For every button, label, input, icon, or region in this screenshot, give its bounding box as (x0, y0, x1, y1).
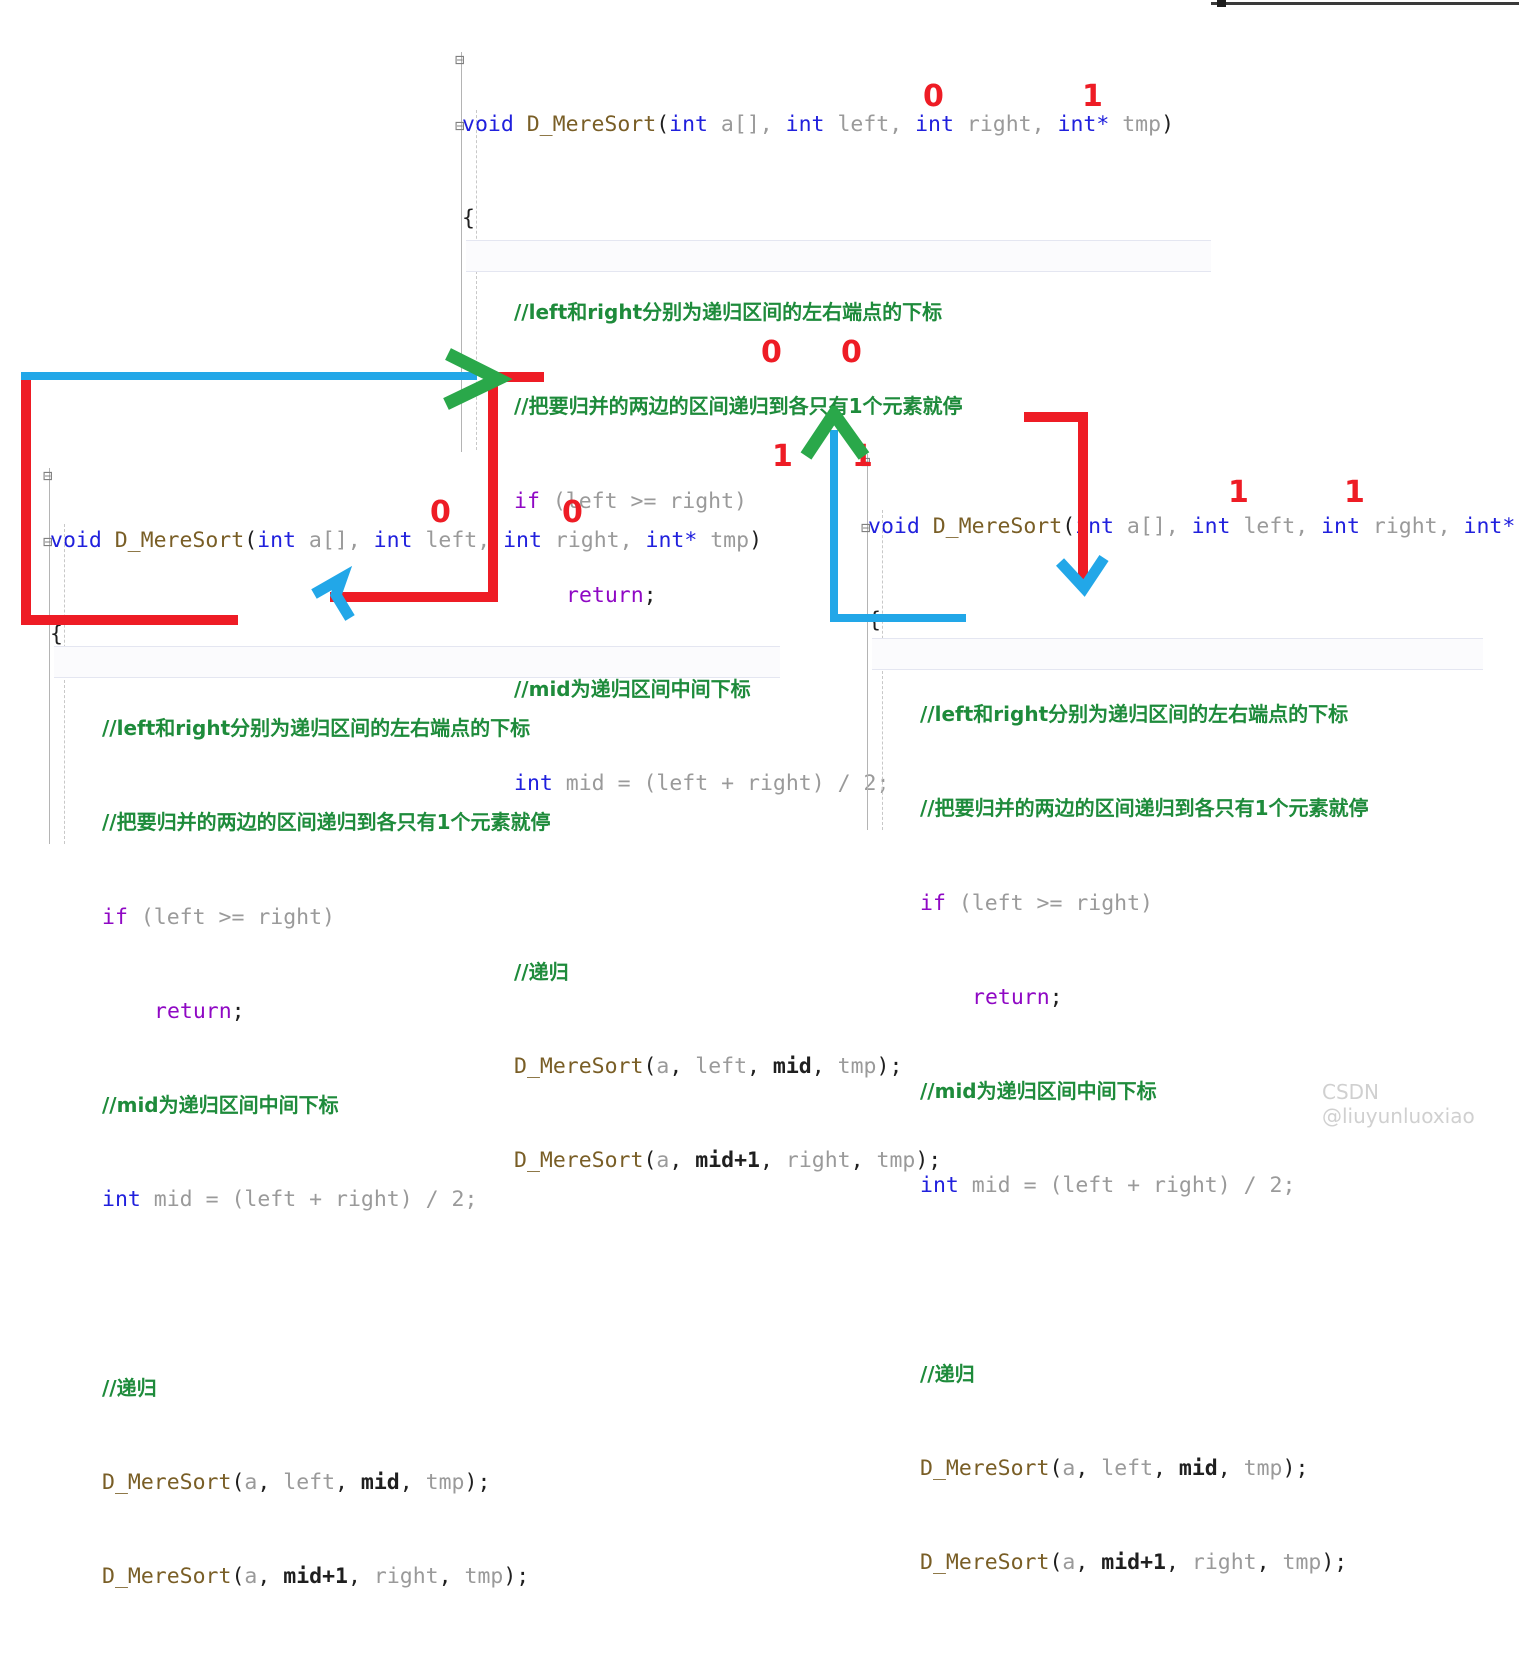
code-line: D_MereSort(a, mid+1, right, tmp); (920, 1550, 1348, 1576)
marker-top-right-param: 1 (1082, 79, 1103, 114)
code-line: //left和right分别为递归区间的左右端点的下标 (462, 297, 1174, 328)
code-line: int mid = (left + right) / 2; (102, 1187, 478, 1213)
code-line: return; (972, 984, 1063, 1010)
code-line: int mid = (left + right) / 2; (920, 1173, 1296, 1199)
blue-arrowhead-left-block (311, 566, 355, 621)
red-frame-bottom-horizontal (21, 615, 238, 625)
code-fold-guide (49, 468, 50, 844)
code-line: { (462, 203, 1174, 234)
blue-arrowhead-right-block (1056, 554, 1109, 597)
code-line: D_MereSort(a, mid+1, right, tmp); (102, 1564, 530, 1590)
comment-text: //递归 (920, 1361, 975, 1386)
indent-guide (64, 524, 65, 844)
comment-text: //mid为递归区间中间下标 (102, 1093, 339, 1118)
code-line: //递归 (868, 1359, 1519, 1390)
code-block-left: void D_MereSort(int a[], int left, int r… (50, 462, 762, 1655)
collapse-icon: ⊟ (43, 532, 53, 551)
watermark: CSDN @liuyunluoxiao (1322, 1080, 1475, 1128)
code-line: if (left >= right) (920, 890, 1153, 916)
code-line: //mid为递归区间中间下标 (50, 1090, 762, 1121)
code-line: void D_MereSort(int a[], int left, int r… (50, 527, 763, 553)
current-line-highlight (872, 638, 1483, 670)
red-frame-left-vertical (21, 378, 31, 625)
code-line: D_MereSort(a, left, mid, tmp); (920, 1455, 1309, 1481)
code-fold-guide (867, 454, 868, 830)
code-line: return; (154, 998, 245, 1024)
keyword-void: void (462, 111, 514, 137)
comment-text: //把要归并的两边的区间递归到各只有1个元素就停 (920, 796, 1369, 821)
comment-text: //left和right分别为递归区间的左右端点的下标 (514, 300, 943, 325)
comment-text: //递归 (102, 1375, 157, 1400)
code-line: D_MereSort(a, left, mid, tmp); (102, 1469, 491, 1495)
code-line: void D_MereSort(int a[], int left, int r… (462, 111, 1175, 137)
comment-text: //把要归并的两边的区间递归到各只有1个元素就停 (514, 394, 963, 419)
green-arrowhead-up (800, 406, 870, 460)
marker-right-block-left-param: 1 (1228, 475, 1249, 510)
current-line-highlight (54, 646, 780, 678)
marker-left-block-right-param: 0 (562, 495, 583, 530)
comment-text: //把要归并的两边的区间递归到各只有1个元素就停 (102, 810, 551, 835)
brace-open: { (462, 206, 475, 232)
current-line-highlight (466, 240, 1211, 272)
code-line: //left和right分别为递归区间的左右端点的下标 (50, 713, 762, 744)
comment-text: //left和right分别为递归区间的左右端点的下标 (102, 716, 531, 741)
blue-return-horizontal (830, 614, 966, 622)
marker-top-left-param: 0 (923, 79, 944, 114)
editor-top-bar-tick (1217, 0, 1226, 7)
editor-top-bar (1211, 2, 1519, 5)
green-arrowhead-top (443, 348, 513, 410)
code-line: //left和right分别为递归区间的左右端点的下标 (868, 699, 1519, 730)
collapse-icon: ⊟ (43, 466, 53, 485)
code-line: void D_MereSort(int a[], int left, int r… (868, 513, 1516, 539)
marker-left-block-left-param: 0 (430, 495, 451, 530)
comment-text: //mid为递归区间中间下标 (920, 1079, 1157, 1104)
code-block-right: void D_MereSort(int a[], int left, int r… (868, 448, 1519, 1641)
marker-mid-left: 1 (772, 439, 793, 474)
marker-top-call-mid-left: 0 (761, 335, 782, 370)
marker-right-block-right-param: 1 (1344, 475, 1365, 510)
function-name: D_MereSort (526, 111, 657, 137)
indent-guide (882, 510, 883, 830)
blue-line-top (21, 372, 477, 380)
collapse-icon: ⊟ (861, 518, 871, 537)
collapse-icon: ⊟ (455, 116, 465, 135)
annotated-code-screenshot: void D_MereSort(int a[], int left, int r… (0, 0, 1519, 1589)
code-line: if (left >= right) (102, 904, 335, 930)
marker-top-call-mid-right: 0 (841, 335, 862, 370)
comment-text: //left和right分别为递归区间的左右端点的下标 (920, 702, 1349, 727)
code-line: //把要归并的两边的区间递归到各只有1个元素就停 (868, 793, 1519, 824)
code-line: //递归 (50, 1373, 762, 1404)
code-line: //把要归并的两边的区间递归到各只有1个元素就停 (50, 807, 762, 838)
collapse-icon: ⊟ (455, 50, 465, 69)
